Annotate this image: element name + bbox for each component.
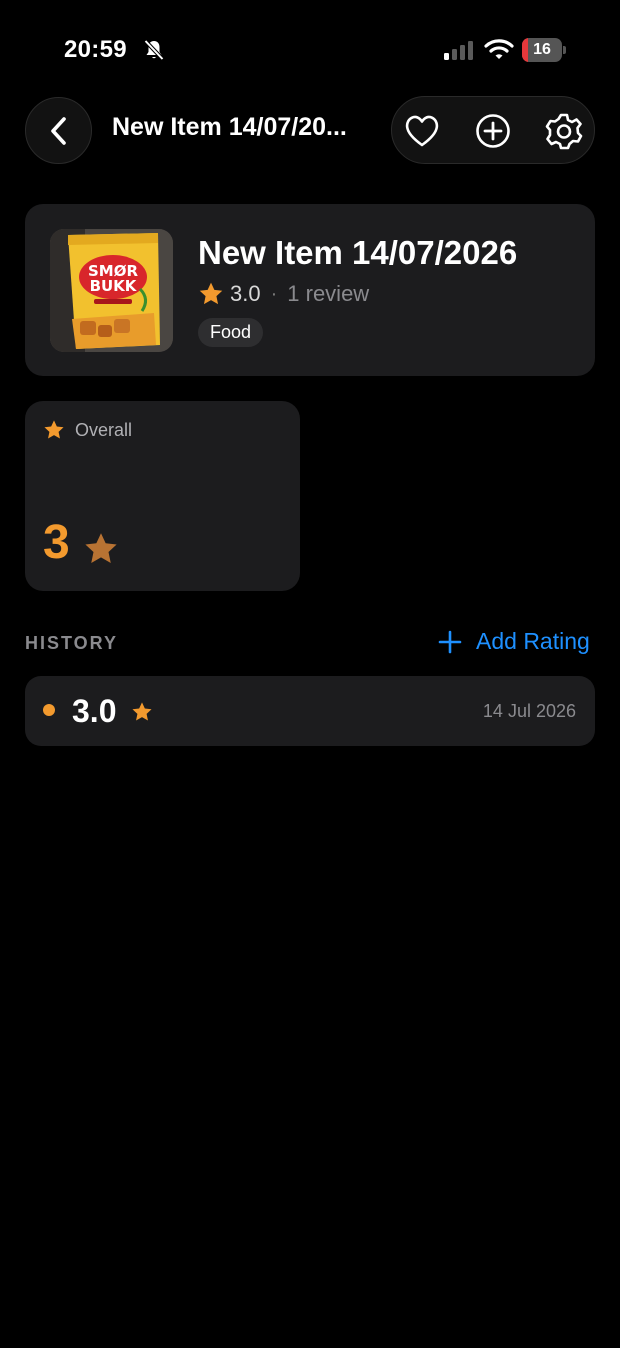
star-icon <box>132 702 152 721</box>
item-rating-row: 3.0 · 1 review <box>198 279 369 309</box>
status-bar: 20:59 16 <box>0 0 620 100</box>
history-section-label: HISTORY <box>25 633 119 653</box>
cellular-signal-icon <box>444 41 473 60</box>
chevron-left-icon <box>50 116 66 145</box>
battery-icon: 16 <box>522 38 566 62</box>
star-icon <box>199 282 223 305</box>
overall-rating-card: Overall 3 <box>25 401 300 591</box>
wifi-icon <box>484 39 514 59</box>
nav-actions <box>391 96 595 164</box>
review-count[interactable]: 1 review <box>287 281 369 307</box>
svg-text:BUKK: BUKK <box>90 277 138 295</box>
heart-icon <box>405 115 439 147</box>
back-button[interactable] <box>25 97 92 164</box>
battery-level: 16 <box>533 41 551 58</box>
star-icon <box>85 533 117 563</box>
item-rating-value: 3.0 <box>230 281 261 306</box>
history-date: 14 Jul 2026 <box>482 701 576 721</box>
add-rating-button[interactable]: Add Rating <box>438 628 590 655</box>
history-row[interactable]: 3.0 14 Jul 2026 <box>25 676 595 746</box>
overall-label: Overall <box>75 419 133 440</box>
favorite-button[interactable] <box>402 111 442 151</box>
plus-circle-icon <box>476 114 510 148</box>
item-thumbnail[interactable]: SMØR BUKK <box>50 229 173 352</box>
status-time: 20:59 <box>64 36 127 63</box>
item-card: SMØR BUKK New Item 14/07/2026 3.0 · 1 re… <box>25 204 595 376</box>
nav-title: New Item 14/07/20... <box>112 113 347 141</box>
star-icon <box>44 420 64 439</box>
category-tag[interactable]: Food <box>198 318 264 347</box>
history-dot <box>43 704 55 716</box>
gear-icon <box>545 113 583 150</box>
bell-slash-icon <box>144 39 164 61</box>
settings-button[interactable] <box>544 111 584 151</box>
history-value: 3.0 <box>72 693 117 729</box>
separator-dot: · <box>270 282 278 305</box>
item-title: New Item 14/07/2026 <box>198 234 518 271</box>
product-photo: SMØR BUKK <box>50 229 173 352</box>
add-rating-label: Add Rating <box>476 628 590 654</box>
plus-icon <box>438 630 462 653</box>
overall-score: 3 <box>43 516 70 569</box>
overall-label-row: Overall <box>43 419 132 441</box>
add-button[interactable] <box>473 111 513 151</box>
